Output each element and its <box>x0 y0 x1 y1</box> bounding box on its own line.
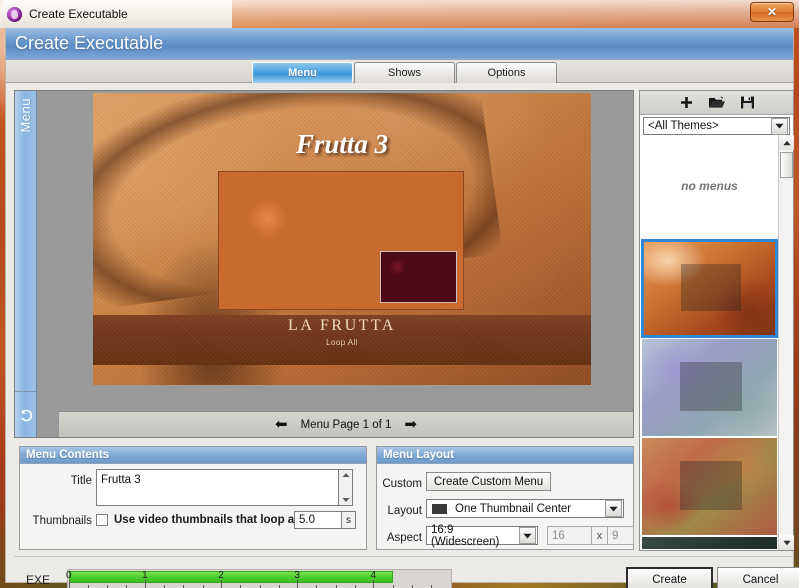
thumbnails-label: Thumbnails <box>32 515 92 527</box>
layout-chevron-down-icon[interactable] <box>605 500 622 517</box>
aspect-select[interactable]: 16:9 (Widescreen) <box>426 523 538 548</box>
page-title: Create Executable <box>15 33 164 53</box>
floppy-save-icon[interactable] <box>740 95 755 110</box>
exe-progress-ruler: 0 1 2 3 4 <box>66 570 450 588</box>
preview-canvas-wrap: Frutta 3 LA FRUTTA Loop All ⬅ Menu Page … <box>37 91 633 437</box>
ruler-major-tick <box>69 580 70 588</box>
tab-shows[interactable]: Shows <box>354 62 455 83</box>
title-spinner[interactable] <box>339 469 353 506</box>
prev-page-arrow-icon[interactable]: ⬅ <box>275 417 288 432</box>
chevron-down-icon <box>342 498 349 502</box>
loop-after-seconds-input[interactable] <box>294 511 342 529</box>
exe-label: EXE <box>26 573 51 587</box>
menu-canvas[interactable]: Frutta 3 LA FRUTTA Loop All <box>93 93 591 385</box>
theme-thumbnail-image <box>642 339 777 436</box>
app-icon <box>7 6 22 22</box>
tab-shows-label: Shows <box>387 67 422 79</box>
theme-item-orange[interactable] <box>641 239 778 338</box>
menu-layout-group-title: Menu Layout <box>377 447 633 464</box>
menu-brand-subtitle: Loop All <box>326 338 358 347</box>
plus-icon[interactable] <box>679 95 694 110</box>
window-client-area: Create Executable Menu Shows Options Men… <box>5 28 799 588</box>
menu-brand-name: LA FRUTTA <box>288 317 396 334</box>
vertical-tab-label: Menu <box>18 98 33 133</box>
aspect-label: Aspect <box>386 532 422 544</box>
ruler-tick-label: 1 <box>142 570 148 581</box>
ruler-major-tick <box>221 580 223 588</box>
theme-thumbnail-image <box>642 537 777 549</box>
layout-select[interactable]: One Thumbnail Center <box>426 499 624 518</box>
aspect-width-field: 16 <box>547 526 592 545</box>
exe-progress-bar: 0 1 2 3 4 <box>66 569 452 588</box>
window-titlebar: Create Executable ✕ <box>0 0 799 28</box>
theme-item-violet[interactable] <box>641 338 778 437</box>
create-executable-window: Create Executable ✕ Create Executable Me… <box>0 0 799 588</box>
folder-open-icon[interactable] <box>708 95 726 110</box>
menu-thumbnail-overlay[interactable] <box>380 251 457 303</box>
bottom-bar: EXE 0 1 2 3 4 Create Cancel <box>14 556 799 588</box>
use-video-thumbnails-checkbox[interactable] <box>96 514 108 526</box>
aspect-separator-label: x <box>592 526 608 545</box>
menu-preview-pane: Menu Frutta 3 LA FRUTTA Loop All ⬅ Menu … <box>14 90 634 438</box>
no-menus-message: no menus <box>681 179 738 193</box>
ruler-tick-label: 4 <box>370 570 377 581</box>
vertical-tab-menu[interactable]: Menu <box>15 91 37 391</box>
ruler-tick-label: 2 <box>218 570 224 581</box>
tab-menu[interactable]: Menu <box>252 62 353 83</box>
themes-panel: <All Themes> no menus <box>639 90 794 551</box>
theme-filter-chevron-down-icon[interactable] <box>771 117 788 135</box>
window-title: Create Executable <box>29 7 128 21</box>
aspect-chevron-down-icon[interactable] <box>519 527 536 544</box>
close-icon: ✕ <box>766 5 778 19</box>
title-input[interactable]: Frutta 3 <box>96 469 339 506</box>
theme-thumbnail-image <box>642 438 777 535</box>
ruler-tick-label: 3 <box>294 570 300 581</box>
theme-item-dark[interactable] <box>641 536 778 549</box>
menu-contents-group-title: Menu Contents <box>20 447 366 464</box>
menu-thumbnail-main[interactable] <box>218 171 464 310</box>
ruler-major-tick <box>373 580 375 588</box>
theme-filter-value: <All Themes> <box>648 120 719 132</box>
title-label: Title <box>70 475 92 487</box>
custom-label: Custom <box>382 478 422 490</box>
tab-menu-label: Menu <box>288 67 317 79</box>
close-button[interactable]: ✕ <box>750 2 794 22</box>
themes-scrollbar[interactable] <box>778 135 794 550</box>
scroll-up-button[interactable] <box>779 135 794 150</box>
menu-page-label: Menu Page 1 of 1 <box>300 418 392 431</box>
scroll-down-icon <box>782 540 791 545</box>
theme-item-rust[interactable] <box>641 437 778 536</box>
use-video-thumbnails-text: Use video thumbnails that loop after <box>114 514 313 526</box>
theme-filter-select[interactable]: <All Themes> <box>643 117 790 135</box>
tab-strip: Menu Shows Options <box>6 60 793 83</box>
cancel-button[interactable]: Cancel <box>717 567 799 588</box>
titlebar-left-group: Create Executable <box>0 0 232 28</box>
ruler-major-tick <box>145 580 147 588</box>
tab-options-label: Options <box>487 67 526 79</box>
scroll-up-icon <box>782 140 791 145</box>
scroll-down-button[interactable] <box>779 535 794 550</box>
layout-preview-swatch-icon <box>432 503 447 514</box>
theme-thumbnail-list[interactable] <box>641 239 778 549</box>
undo-arrow-icon <box>20 409 32 421</box>
scrollbar-thumb[interactable] <box>780 152 793 178</box>
chevron-up-icon <box>342 473 349 477</box>
next-page-arrow-icon[interactable]: ➡ <box>404 417 417 432</box>
theme-thumbnail-image <box>644 242 775 335</box>
menu-page-navigation: ⬅ Menu Page 1 of 1 ➡ <box>59 411 633 437</box>
create-custom-menu-button[interactable]: Create Custom Menu <box>426 472 551 491</box>
layout-selected-value: One Thumbnail Center <box>455 502 572 515</box>
loop-seconds-unit: s <box>342 511 356 529</box>
page-header: Create Executable <box>6 28 793 60</box>
menu-title-text: Frutta 3 <box>295 129 389 159</box>
create-button[interactable]: Create <box>626 567 713 588</box>
aspect-height-field: 9 <box>608 526 634 545</box>
ruler-major-tick <box>297 580 299 588</box>
aspect-selected-value: 16:9 (Widescreen) <box>431 523 500 548</box>
ruler-tick-label: 0 <box>66 570 72 581</box>
undo-button[interactable] <box>15 391 37 437</box>
themes-toolbar <box>640 91 793 115</box>
tab-options[interactable]: Options <box>456 62 557 83</box>
layout-label: Layout <box>387 505 422 517</box>
